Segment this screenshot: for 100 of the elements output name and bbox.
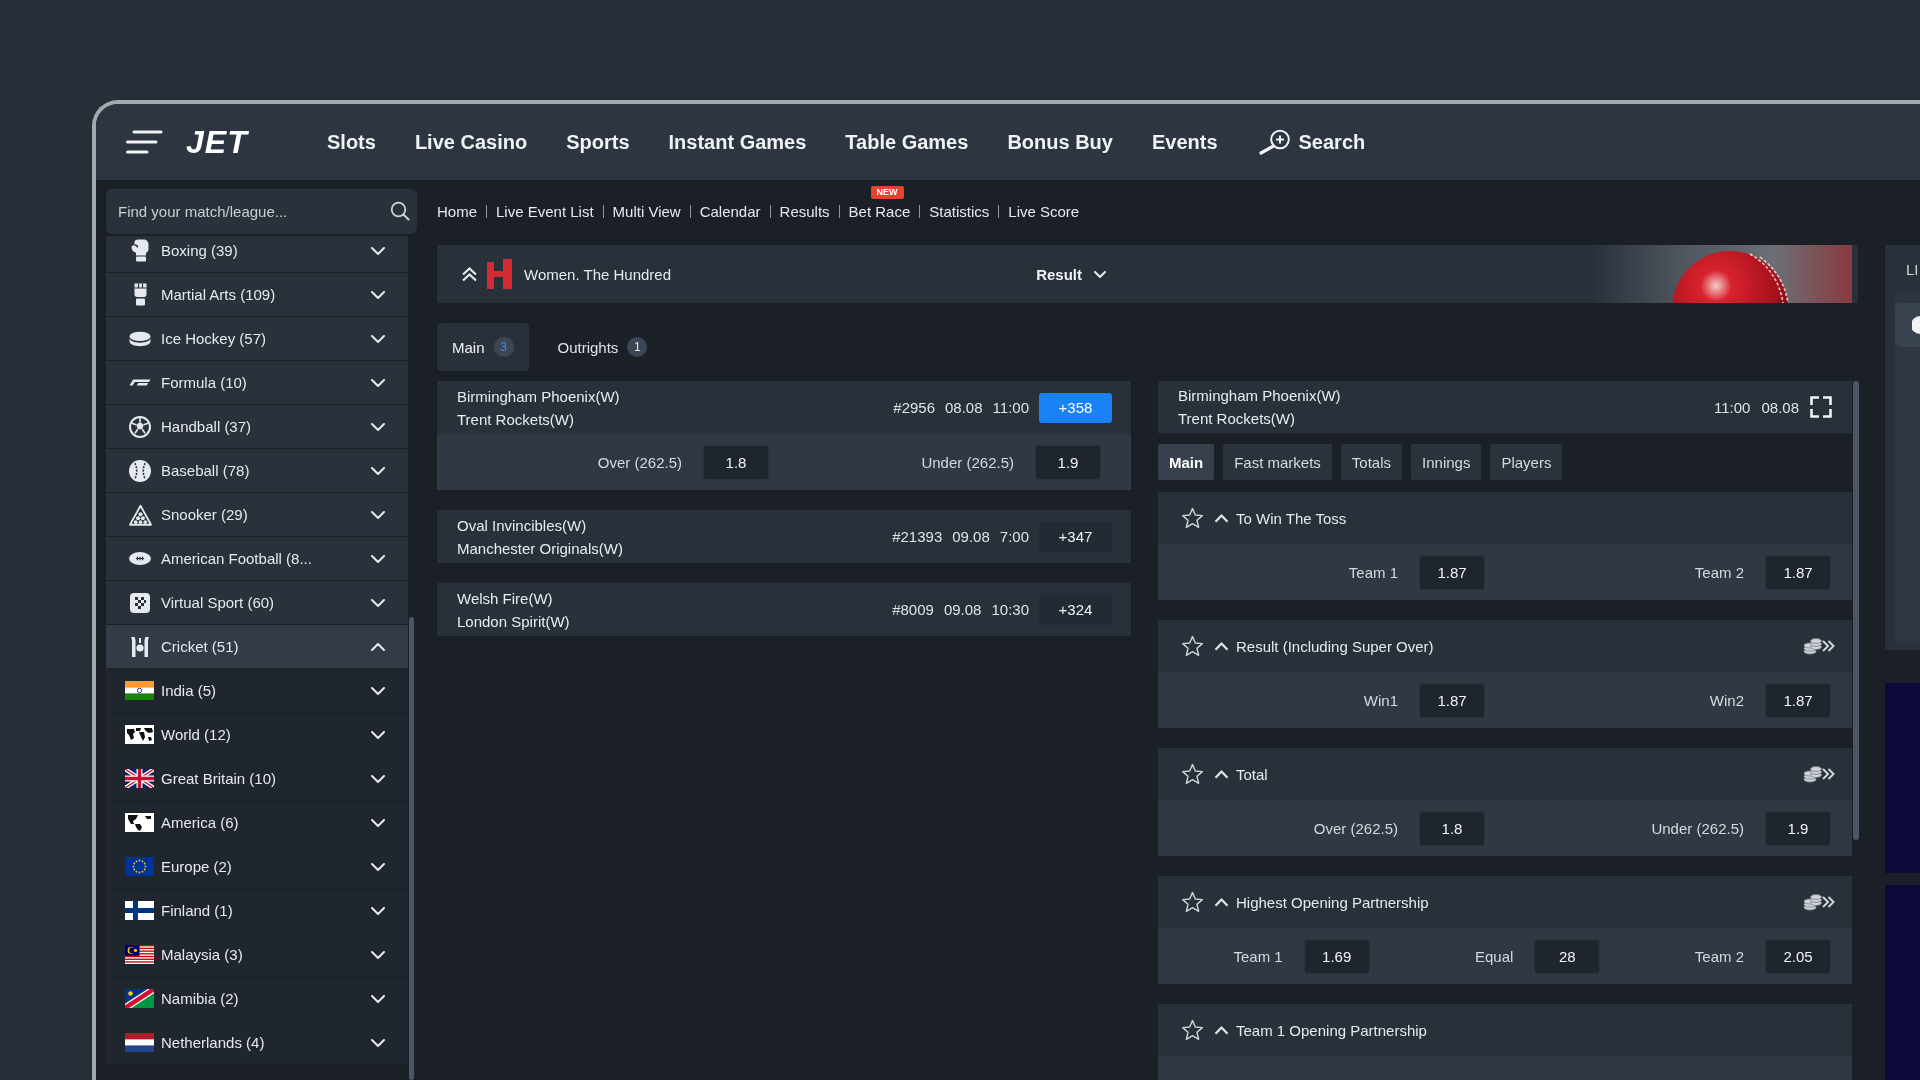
more-markets-button[interactable]: +358 bbox=[1039, 392, 1112, 423]
market-header[interactable]: Team 1 Opening Partnership bbox=[1158, 1004, 1852, 1056]
market-tab[interactable]: Innings bbox=[1411, 444, 1482, 480]
match-card[interactable]: Birmingham Phoenix(W) Trent Rockets(W) #2956 08.08 11:00 +358 Over (262.5) 1.8 Under (262.5) 1.9 bbox=[437, 381, 1131, 490]
odds-button[interactable]: 1.8 bbox=[1419, 810, 1485, 846]
search-icon[interactable] bbox=[390, 201, 410, 221]
match-card[interactable]: Welsh Fire(W) London Spirit(W) #8009 09.08 10:30 +324 bbox=[437, 583, 1131, 636]
more-markets-button[interactable]: +324 bbox=[1039, 594, 1112, 625]
breadcrumb-link[interactable]: Results bbox=[779, 202, 830, 221]
star-icon[interactable] bbox=[1181, 507, 1204, 529]
nav-link[interactable]: Bonus Buy bbox=[1007, 130, 1113, 154]
match-card[interactable]: Oval Invincibles(W) Manchester Originals(W) #21393 09.08 7:00 +347 bbox=[437, 510, 1131, 563]
market-tab[interactable]: Players bbox=[1490, 444, 1563, 480]
sidebar-item[interactable]: Formula (10) bbox=[106, 361, 408, 404]
sidebar-item[interactable]: Ice Hockey (57) bbox=[106, 317, 408, 360]
finland-flag-icon bbox=[125, 901, 154, 920]
market-header[interactable]: Total bbox=[1158, 748, 1852, 800]
sidebar-item[interactable]: Malaysia (3) bbox=[106, 933, 408, 976]
outcome-label: Under (262.5) bbox=[921, 453, 1014, 471]
odds-button[interactable]: 1.8 bbox=[703, 444, 769, 480]
chevron-down-icon bbox=[371, 950, 385, 959]
odds-button[interactable]: 2.05 bbox=[1765, 938, 1831, 974]
star-icon[interactable] bbox=[1181, 635, 1204, 657]
sidebar-item[interactable]: Netherlands (4) bbox=[106, 1021, 408, 1064]
scrollbar-thumb[interactable] bbox=[1853, 381, 1859, 840]
team-name: Oval Invincibles(W) bbox=[457, 515, 587, 535]
outcome-label: Win2 bbox=[1709, 691, 1744, 709]
market-tab[interactable]: Main bbox=[1158, 444, 1215, 480]
star-icon[interactable] bbox=[1181, 891, 1204, 913]
market-title: Total bbox=[1236, 765, 1268, 783]
outcome-label: Equal bbox=[1474, 947, 1514, 965]
menu-icon[interactable] bbox=[126, 129, 163, 155]
breadcrumb-link[interactable]: Live Event List bbox=[496, 202, 594, 221]
chevron-down-icon bbox=[371, 818, 385, 827]
market-header[interactable]: Highest Opening Partnership bbox=[1158, 876, 1852, 928]
market-tab[interactable]: Totals bbox=[1340, 444, 1403, 480]
search-button[interactable]: Search bbox=[1256, 129, 1366, 155]
search-field[interactable]: Find your match/league... bbox=[106, 189, 417, 234]
malaysia-flag-icon bbox=[125, 945, 154, 964]
sidebar-item[interactable]: American Football (8... bbox=[106, 537, 408, 580]
chevron-down-icon bbox=[371, 1038, 385, 1047]
tab[interactable]: Outrights 1 bbox=[542, 323, 663, 371]
odds-button[interactable]: 1.9 bbox=[1035, 444, 1101, 480]
sidebar-item[interactable]: Namibia (2) bbox=[106, 977, 408, 1020]
sidebar-item[interactable]: Great Britain (10) bbox=[106, 757, 408, 800]
sidebar-item[interactable]: Cricket (51) bbox=[106, 625, 408, 668]
nav-link[interactable]: Slots bbox=[327, 130, 376, 154]
breadcrumb-link[interactable]: Bet Race bbox=[848, 202, 911, 221]
odds-button[interactable]: 1.69 bbox=[1303, 938, 1370, 974]
breadcrumb-link[interactable]: Statistics bbox=[929, 202, 990, 221]
market-header[interactable]: To Win The Toss bbox=[1158, 492, 1852, 544]
nav-link[interactable]: Table Games bbox=[845, 130, 969, 154]
sidebar-item[interactable]: World (12) bbox=[106, 713, 408, 756]
breadcrumb-link[interactable]: Calendar bbox=[699, 202, 761, 221]
sidebar-item[interactable]: Finland (1) bbox=[106, 889, 408, 932]
odds-button[interactable]: 1.9 bbox=[1765, 810, 1831, 846]
sidebar-item[interactable]: Boxing (39) bbox=[106, 236, 408, 272]
market-title: Result (Including Super Over) bbox=[1236, 637, 1434, 655]
sidebar-item[interactable]: Europe (2) bbox=[106, 845, 408, 888]
sidebar-item[interactable]: Snooker (29) bbox=[106, 493, 408, 536]
odds-button[interactable]: 28 bbox=[1534, 938, 1601, 974]
baseball-icon bbox=[129, 459, 151, 482]
world-map-icon bbox=[125, 725, 154, 744]
nav-link[interactable]: Sports bbox=[566, 130, 630, 154]
breadcrumb-link[interactable]: Live Score bbox=[1008, 202, 1080, 221]
odds-button[interactable]: 1.87 bbox=[1419, 682, 1485, 718]
site-logo[interactable]: JET bbox=[186, 126, 250, 158]
nav-link[interactable]: Live Casino bbox=[414, 130, 528, 154]
sport-tile[interactable] bbox=[1895, 303, 1920, 347]
nav-link[interactable]: Events bbox=[1151, 130, 1218, 154]
scrollbar-thumb[interactable] bbox=[409, 617, 414, 1080]
double-chevron-up-icon[interactable] bbox=[461, 266, 478, 282]
fullscreen-icon[interactable] bbox=[1810, 396, 1832, 418]
sidebar-item[interactable]: Handball (37) bbox=[106, 405, 408, 448]
odds-button[interactable]: 1.87 bbox=[1765, 682, 1831, 718]
nav-link[interactable]: Instant Games bbox=[668, 130, 807, 154]
tab[interactable]: Main 3 bbox=[437, 323, 529, 371]
sidebar-item[interactable]: India (5) bbox=[106, 669, 408, 712]
star-icon[interactable] bbox=[1181, 763, 1204, 785]
sidebar-item[interactable]: Martial Arts (109) bbox=[106, 273, 408, 316]
sidebar-item[interactable]: Baseball (78) bbox=[106, 449, 408, 492]
outcome-label: Under (262.5) bbox=[1651, 819, 1744, 837]
odds-button[interactable]: 1.87 bbox=[1765, 554, 1831, 590]
market-tab[interactable]: Fast markets bbox=[1223, 444, 1332, 480]
market-title: To Win The Toss bbox=[1236, 509, 1347, 527]
team-name: Trent Rockets(W) bbox=[1178, 409, 1295, 428]
match-time: 7:00 bbox=[999, 528, 1029, 545]
handball-icon bbox=[129, 415, 151, 438]
sidebar-item[interactable]: Virtual Sport (60) bbox=[106, 581, 408, 624]
market-header[interactable]: Result (Including Super Over) bbox=[1158, 620, 1852, 672]
match-number: #2956 bbox=[893, 399, 935, 416]
breadcrumb-link[interactable]: Home bbox=[437, 202, 477, 221]
star-icon[interactable] bbox=[1181, 1019, 1204, 1041]
odds-button[interactable]: 1.87 bbox=[1419, 554, 1485, 590]
sort-dropdown[interactable]: Result bbox=[1036, 265, 1106, 283]
more-markets-button[interactable]: +347 bbox=[1039, 521, 1112, 552]
tab-count: 1 bbox=[627, 337, 648, 357]
sidebar-item[interactable]: America (6) bbox=[106, 801, 408, 844]
outcome-label: Over (262.5) bbox=[597, 453, 682, 471]
breadcrumb-link[interactable]: Multi View bbox=[612, 202, 681, 221]
